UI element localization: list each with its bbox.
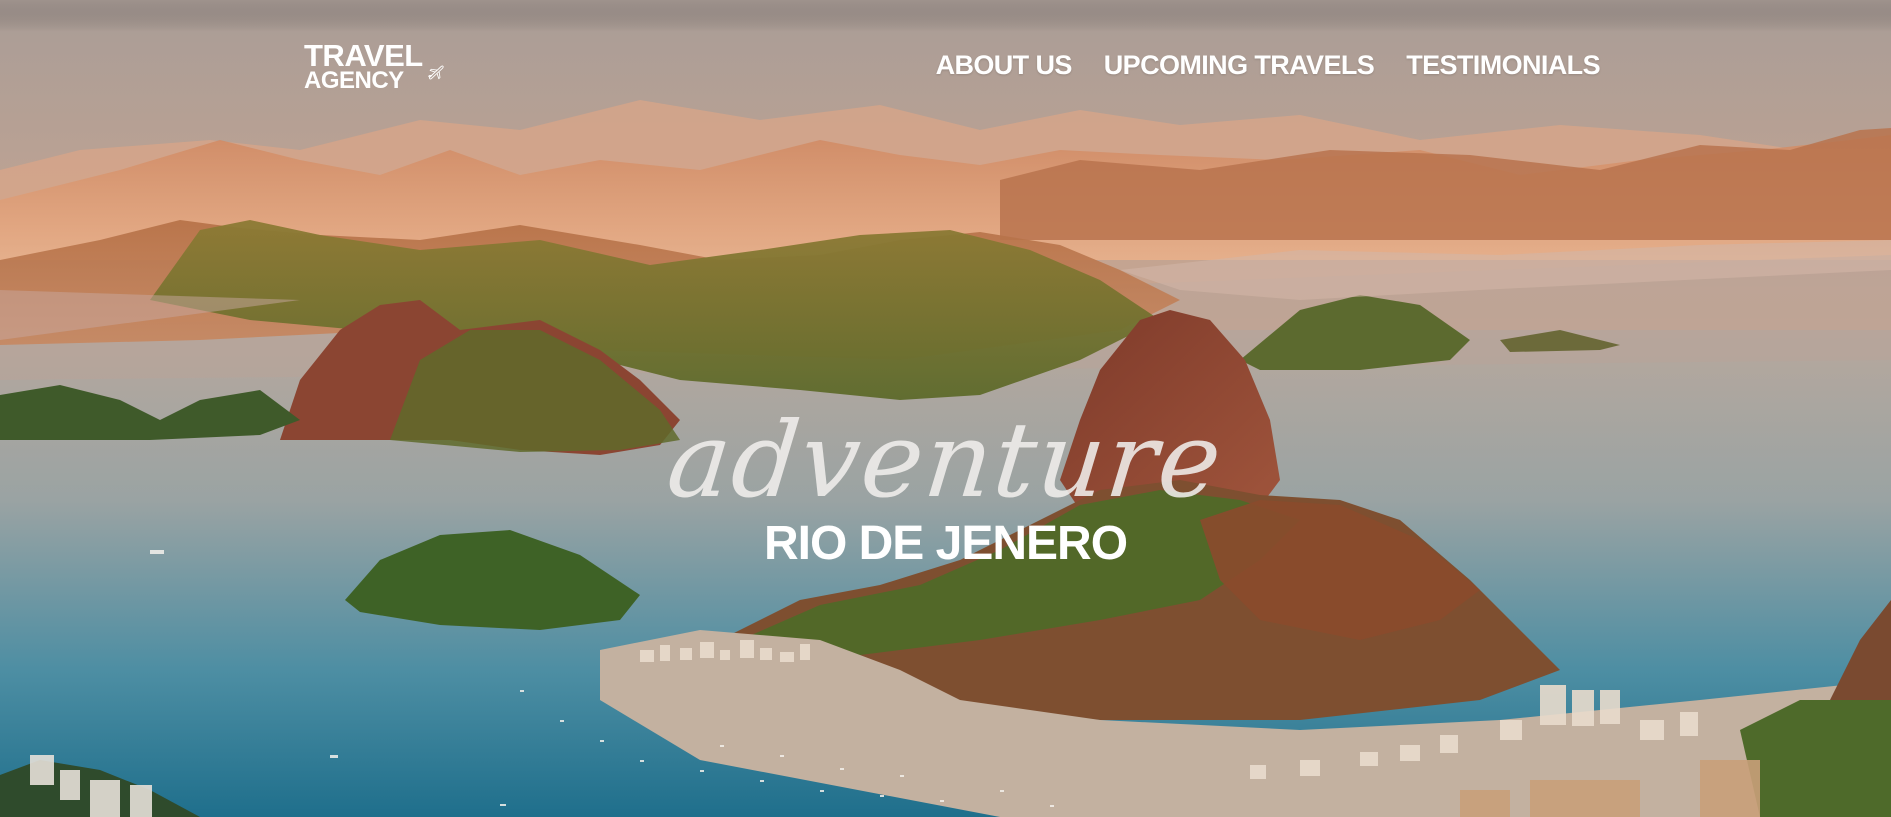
nav-upcoming-travels[interactable]: UPCOMING TRAVELS [1104, 48, 1375, 88]
brand-line-2: AGENCY [304, 67, 404, 94]
brand-logo[interactable]: TRAVEL AGENCY [304, 40, 444, 100]
hero-script-title: adventure [662, 399, 1229, 521]
nav-about-us[interactable]: ABOUT US [936, 48, 1073, 88]
top-navigation: TRAVEL AGENCY ABOUT US UPCOMING TRAVELS … [0, 0, 1891, 140]
airplane-icon [427, 65, 444, 80]
hero-tagline: adventure RIO DE JENERO [0, 399, 1891, 572]
brand-wordmark: TRAVEL AGENCY [304, 40, 423, 93]
main-menu: ABOUT US UPCOMING TRAVELS TESTIMONIALS [936, 48, 1601, 88]
hero-destination: RIO DE JENERO [763, 517, 1128, 570]
nav-testimonials[interactable]: TESTIMONIALS [1406, 48, 1600, 88]
hero-section: TRAVEL AGENCY ABOUT US UPCOMING TRAVELS … [0, 0, 1891, 817]
